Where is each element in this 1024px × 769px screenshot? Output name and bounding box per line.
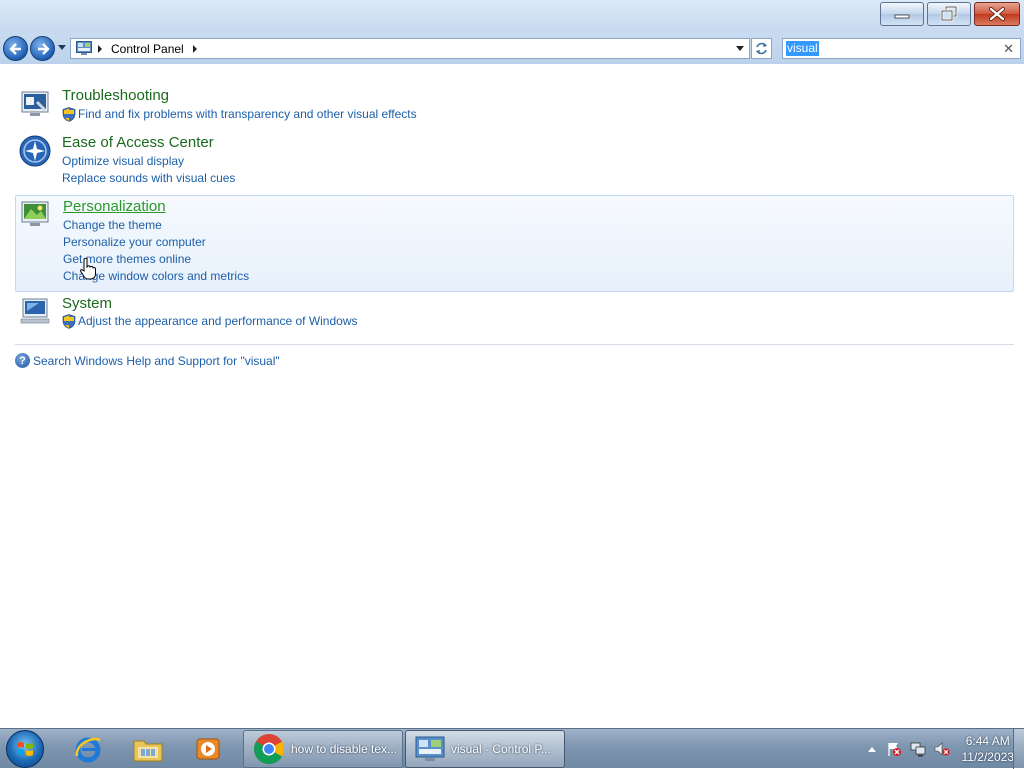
task-label-chrome: how to disable tex... (291, 742, 398, 756)
link-change-theme[interactable]: Change the theme (63, 218, 162, 232)
result-title-troubleshooting[interactable]: Troubleshooting (62, 87, 169, 104)
minimize-button[interactable] (880, 2, 924, 26)
help-search-link[interactable]: ? Search Windows Help and Support for "v… (15, 353, 280, 368)
result-title-personalization[interactable]: Personalization (63, 198, 166, 215)
help-search-text: Search Windows Help and Support for "vis… (33, 353, 280, 368)
result-ease-of-access: Ease of Access Center Optimize visual di… (15, 131, 1014, 187)
personalization-icon (21, 201, 49, 226)
link-fix-transparency[interactable]: Find and fix problems with transparency … (62, 107, 417, 122)
control-panel-icon (76, 41, 92, 55)
result-troubleshooting: Troubleshooting Find and fix problems wi… (15, 84, 1014, 128)
taskbar-task-chrome[interactable]: how to disable tex... (243, 730, 403, 768)
search-input[interactable]: visual (786, 41, 819, 56)
taskbar: how to disable tex... visual - Control P… (0, 728, 1024, 769)
result-system: System Adjust the appearance and perform… (15, 293, 1014, 337)
link-text: Adjust the appearance and performance of… (78, 314, 358, 328)
task-label-control-panel: visual - Control P... (451, 742, 551, 756)
recent-pages-dropdown[interactable] (58, 45, 66, 50)
result-title-ease-of-access[interactable]: Ease of Access Center (62, 134, 214, 151)
refresh-icon (756, 42, 767, 55)
show-hidden-icons-button[interactable] (867, 746, 876, 752)
search-box[interactable]: visual ✕ (782, 38, 1021, 59)
system-icon (20, 298, 50, 324)
internet-explorer-icon (75, 737, 101, 763)
windows-logo-icon (17, 742, 33, 756)
link-optimize-visual-display[interactable]: Optimize visual display (62, 154, 184, 168)
back-arrow-icon (8, 42, 21, 55)
clock-date: 11/2/2023 (961, 750, 1015, 764)
breadcrumb-control-panel[interactable]: Control Panel (111, 42, 184, 56)
back-button[interactable] (3, 36, 28, 61)
search-results-pane: Troubleshooting Find and fix problems wi… (0, 64, 1024, 728)
address-bar[interactable]: Control Panel (70, 38, 750, 59)
taskbar-pin-windows-explorer[interactable] (120, 731, 176, 767)
breadcrumb-separator[interactable] (98, 45, 102, 53)
close-button[interactable] (974, 2, 1020, 26)
link-personalize-computer[interactable]: Personalize your computer (63, 235, 206, 249)
hand-cursor-icon (80, 258, 96, 280)
restore-button[interactable] (927, 2, 971, 26)
media-player-icon (196, 738, 220, 760)
action-center-flag-icon[interactable] (886, 741, 902, 757)
clear-search-icon[interactable]: ✕ (1003, 41, 1014, 57)
troubleshooting-icon (21, 91, 49, 116)
show-desktop-button[interactable] (1013, 729, 1024, 769)
restore-icon (940, 6, 958, 22)
close-icon (989, 7, 1005, 21)
address-dropdown-button[interactable] (736, 46, 744, 51)
system-clock[interactable]: 6:44 AM 11/2/2023 (962, 733, 1015, 765)
clock-time: 6:44 AM (965, 734, 1010, 748)
breadcrumb-separator[interactable] (193, 45, 197, 53)
taskbar-pin-media-player[interactable] (180, 731, 236, 767)
results-divider (15, 344, 1014, 345)
link-adjust-appearance-performance[interactable]: Adjust the appearance and performance of… (62, 314, 358, 329)
minimize-icon (894, 14, 910, 19)
result-personalization[interactable]: Personalization Change the theme Persona… (15, 195, 1014, 292)
forward-button[interactable] (30, 36, 55, 61)
refresh-button[interactable] (751, 38, 772, 59)
link-text: Find and fix problems with transparency … (78, 107, 417, 121)
windows-explorer-icon (133, 740, 163, 762)
start-button[interactable] (6, 730, 44, 768)
control-panel-icon (415, 736, 445, 761)
ease-of-access-icon (19, 135, 51, 167)
notification-area: 6:44 AM 11/2/2023 (867, 729, 1015, 769)
volume-muted-icon[interactable] (934, 741, 950, 757)
window-title-bar[interactable] (0, 0, 1024, 34)
caption-buttons (877, 2, 1020, 26)
uac-shield-icon (62, 314, 76, 329)
chrome-icon (253, 734, 285, 765)
result-title-system[interactable]: System (62, 295, 112, 312)
help-icon: ? (15, 353, 30, 368)
link-replace-sounds[interactable]: Replace sounds with visual cues (62, 171, 235, 185)
taskbar-task-control-panel[interactable]: visual - Control P... (405, 730, 565, 768)
navigation-bar: Control Panel visual ✕ (0, 34, 1024, 64)
uac-shield-icon (62, 107, 76, 122)
taskbar-pin-internet-explorer[interactable] (60, 731, 116, 767)
network-icon[interactable] (910, 741, 926, 757)
forward-arrow-icon (37, 42, 50, 55)
